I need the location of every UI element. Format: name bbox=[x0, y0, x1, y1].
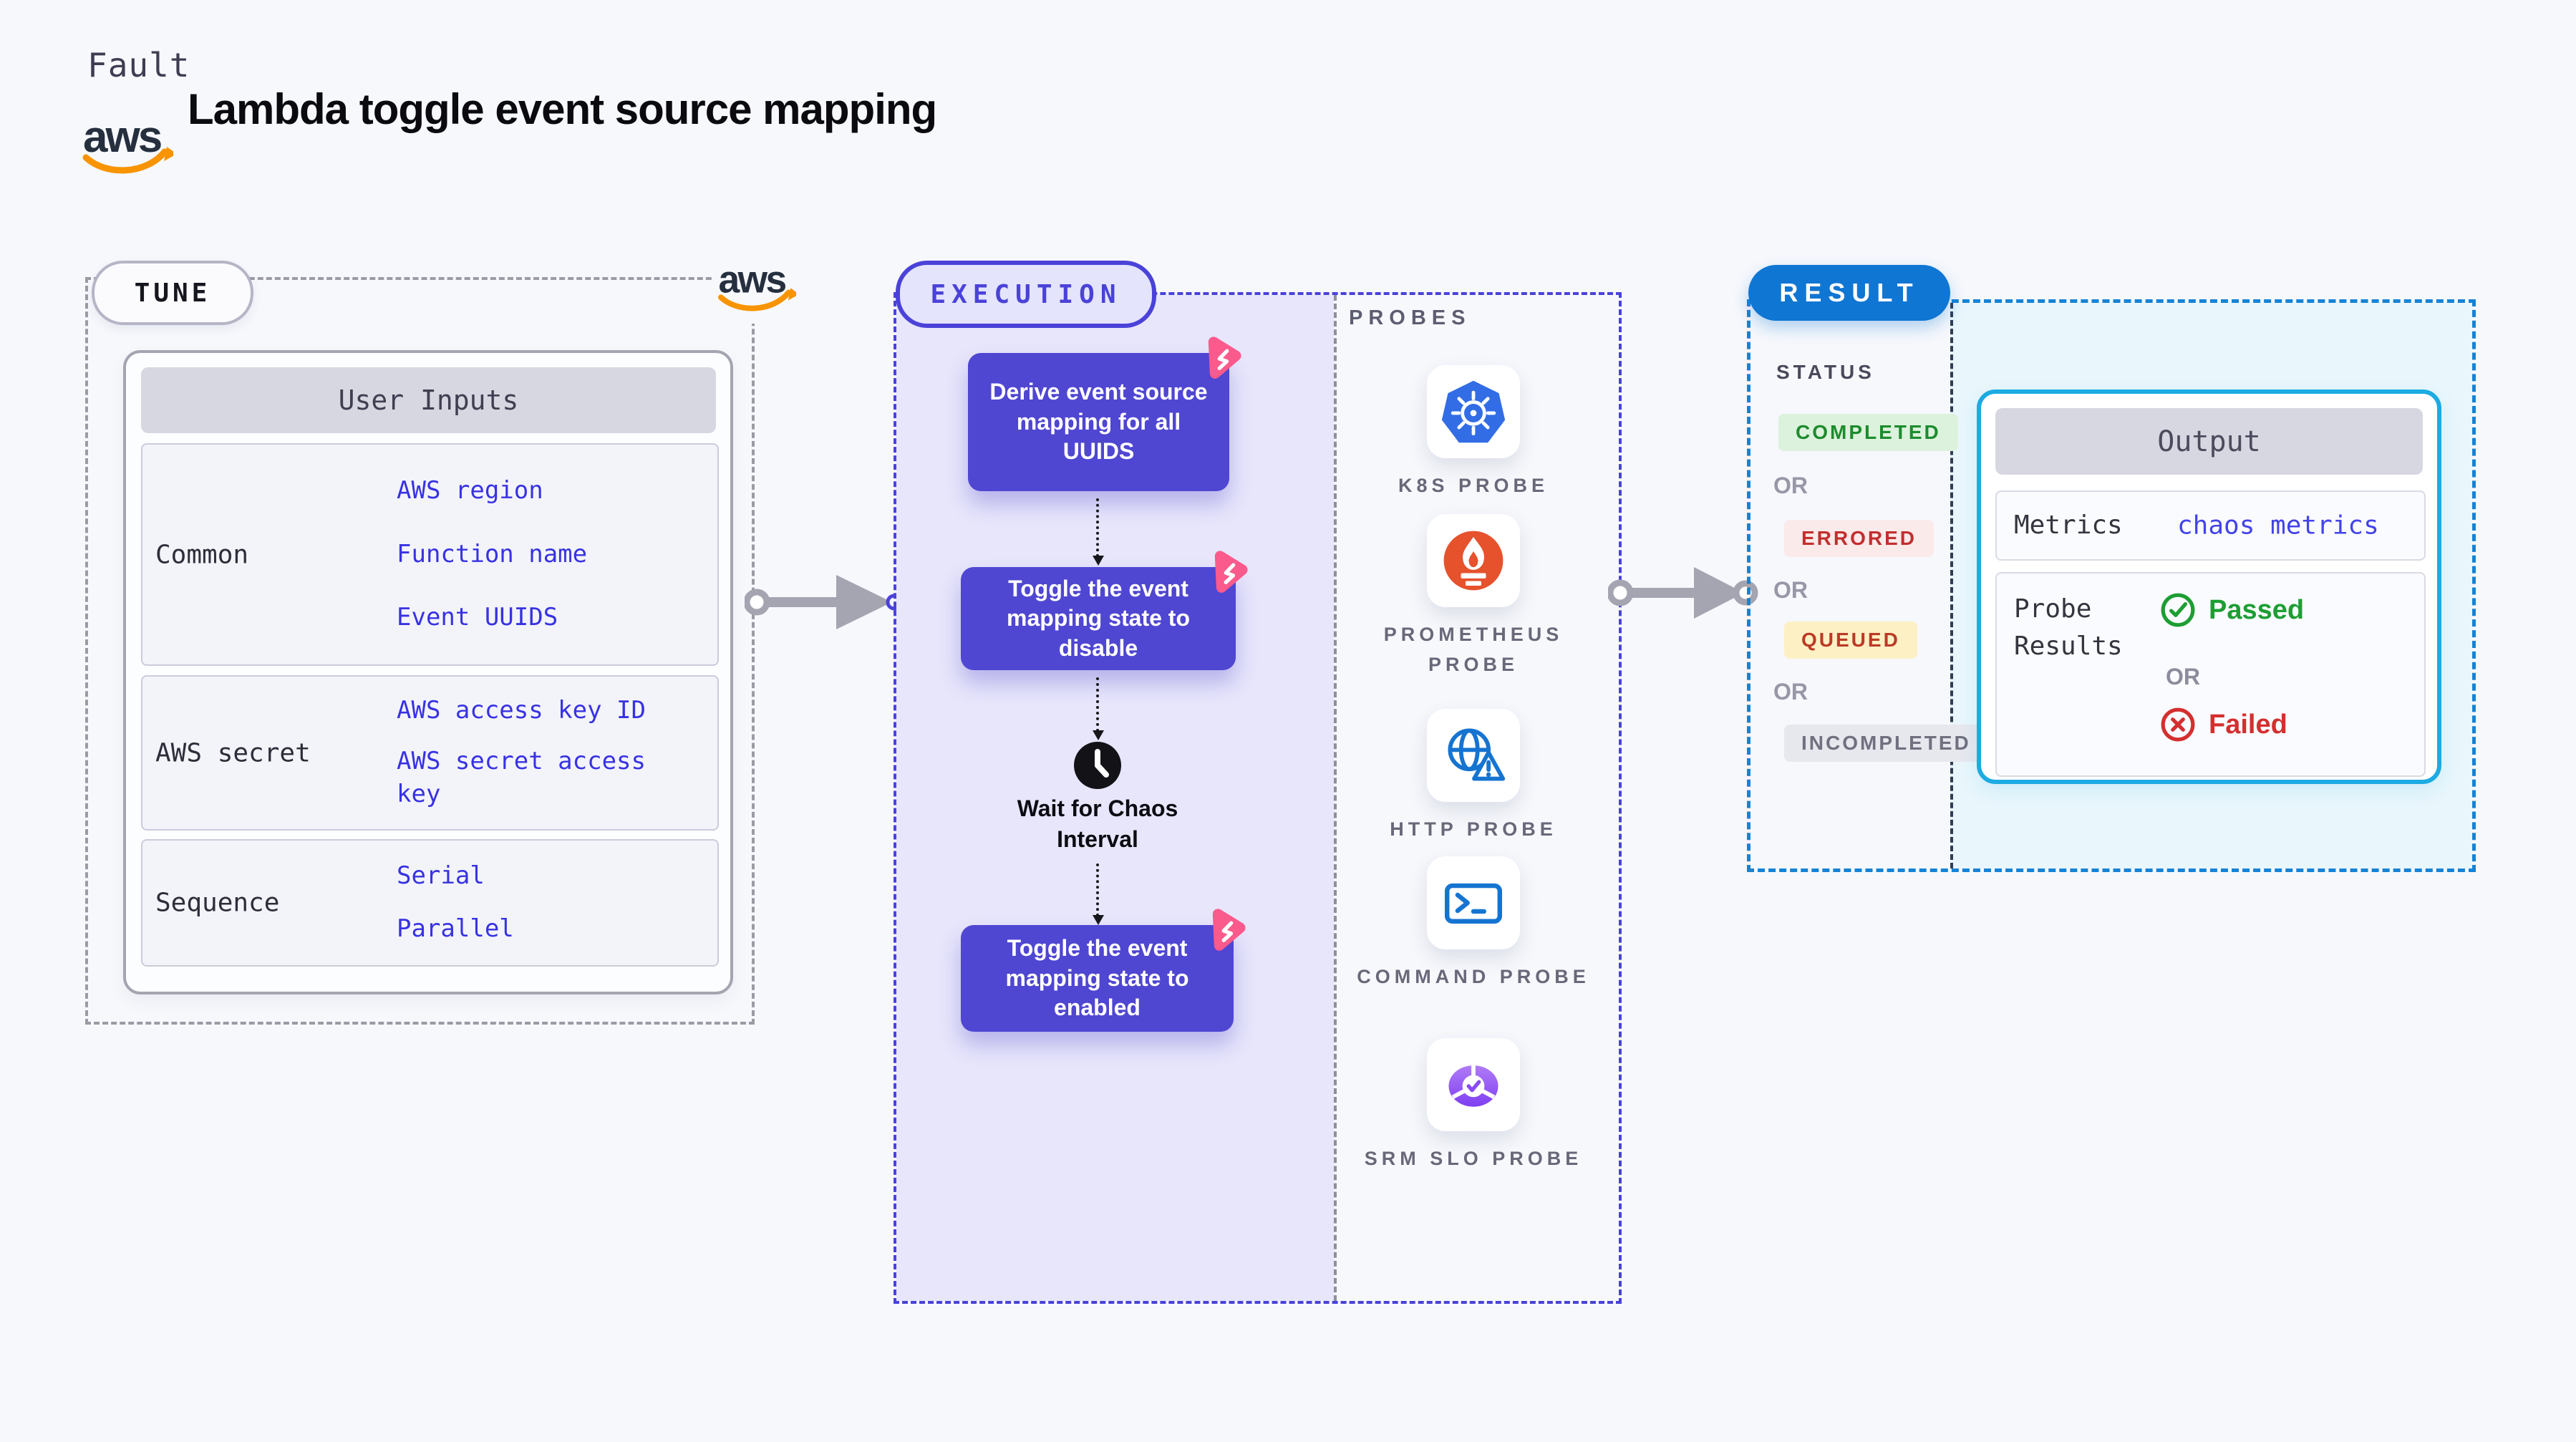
or-label: OR bbox=[1773, 679, 1808, 705]
probe-k8s[interactable]: K8S PROBE bbox=[1332, 365, 1614, 501]
status-badge-errored: ERRORED bbox=[1784, 520, 1935, 557]
metrics-row: Metrics chaos metrics bbox=[1995, 490, 2426, 561]
passed-check-icon bbox=[2161, 593, 2195, 627]
row-links: Serial Parallel bbox=[397, 841, 704, 965]
failed-label: Failed bbox=[2209, 709, 2287, 740]
link-parallel[interactable]: Parallel bbox=[397, 913, 514, 946]
row-label: AWS secret bbox=[155, 738, 311, 768]
link-aws-access-key-id[interactable]: AWS access key ID bbox=[397, 695, 646, 727]
arrow-right-icon bbox=[1607, 567, 1758, 619]
link-function-name[interactable]: Function name bbox=[397, 538, 587, 571]
probe-card bbox=[1427, 709, 1520, 802]
prometheus-icon bbox=[1443, 531, 1504, 591]
chaos-experiment-icon bbox=[1214, 551, 1248, 593]
tune-badge: TUNE bbox=[92, 261, 253, 325]
flow-arrow-1 bbox=[1093, 498, 1104, 566]
probe-label: PROMETHEUS PROBE bbox=[1383, 624, 1564, 675]
link-event-uuids[interactable]: Event UUIDS bbox=[397, 601, 558, 634]
step-derive-event-source-mapping[interactable]: Derive event source mapping for all UUID… bbox=[968, 337, 1241, 491]
step-toggle-enabled[interactable]: Toggle the event mapping state to enable… bbox=[961, 909, 1246, 1032]
row-links: AWS access key ID AWS secret access key bbox=[397, 677, 704, 829]
probe-label: SRM SLO PROBE bbox=[1364, 1148, 1583, 1169]
aws-logo-text: aws bbox=[83, 112, 161, 162]
status-badge-completed: COMPLETED bbox=[1778, 414, 1958, 451]
wait-for-chaos-interval-label: Wait for Chaos Interval bbox=[1017, 795, 1178, 853]
aws-logo-graphic-small: aws bbox=[718, 258, 796, 311]
result-badge: RESULT bbox=[1748, 265, 1950, 321]
metrics-label: Metrics bbox=[2014, 510, 2123, 540]
failed-x-icon bbox=[2161, 707, 2195, 742]
k8s-icon bbox=[1441, 380, 1506, 443]
page-title: Lambda toggle event source mapping bbox=[188, 85, 937, 133]
step-toggle-disable[interactable]: Toggle the event mapping state to disabl… bbox=[961, 551, 1248, 670]
table-row-common: Common AWS region Function name Event UU… bbox=[141, 443, 719, 666]
fault-type-label: Fault bbox=[87, 46, 190, 84]
status-badge-queued: QUEUED bbox=[1784, 621, 1917, 659]
http-icon bbox=[1448, 728, 1506, 781]
tune-aws-logo: aws bbox=[713, 246, 799, 324]
or-label: OR bbox=[2166, 664, 2200, 689]
probes-heading: PROBES bbox=[1349, 306, 1471, 329]
step-text: Toggle the event mapping state to disabl… bbox=[1006, 575, 1190, 661]
table-row-sequence: Sequence Serial Parallel bbox=[141, 839, 719, 967]
link-serial[interactable]: Serial bbox=[397, 860, 485, 893]
chaos-experiment-icon bbox=[1208, 337, 1241, 379]
probe-result-passed: Passed bbox=[2160, 592, 2304, 628]
command-icon bbox=[1444, 883, 1503, 924]
step-text: Derive event source mapping for all UUID… bbox=[989, 379, 1208, 465]
output-header: Output bbox=[1995, 408, 2423, 475]
execution-badge: EXECUTION bbox=[896, 261, 1156, 328]
probe-results-label: Probe Results bbox=[2014, 594, 2123, 662]
row-links: AWS region Function name Event UUIDS bbox=[397, 445, 704, 664]
step-text: Toggle the event mapping state to enable… bbox=[1005, 935, 1189, 1021]
result-divider bbox=[1950, 303, 1953, 868]
probe-card bbox=[1427, 856, 1520, 949]
probe-srm-slo[interactable]: SRM SLO PROBE bbox=[1332, 1038, 1614, 1174]
user-inputs-header: User Inputs bbox=[141, 367, 716, 433]
aws-logo: aws bbox=[80, 106, 177, 180]
probe-http[interactable]: HTTP PROBE bbox=[1332, 709, 1614, 845]
status-heading: STATUS bbox=[1776, 361, 1875, 383]
status-badge-incompleted: INCOMPLETED bbox=[1784, 725, 1988, 762]
row-label: Common bbox=[155, 540, 249, 569]
probes-to-result-arrow bbox=[1607, 557, 1758, 632]
chaos-experiment-icon bbox=[1212, 909, 1246, 951]
probe-card bbox=[1427, 1038, 1520, 1131]
probe-prometheus[interactable]: PROMETHEUS PROBE bbox=[1332, 514, 1614, 680]
tune-to-execution-arrow bbox=[743, 563, 903, 645]
probe-card bbox=[1427, 365, 1520, 458]
or-label: OR bbox=[1773, 577, 1808, 603]
table-row-aws-secret: AWS secret AWS access key ID AWS secret … bbox=[141, 675, 719, 831]
or-label: OR bbox=[1773, 473, 1808, 498]
probe-result-failed: Failed bbox=[2160, 707, 2287, 742]
probe-label: K8S PROBE bbox=[1398, 475, 1549, 496]
aws-logo-graphic: aws bbox=[82, 112, 177, 174]
link-aws-region[interactable]: AWS region bbox=[397, 475, 543, 508]
probe-results-row: Probe Results Passed OR Failed bbox=[1995, 572, 2426, 777]
output-card: Output Metrics chaos metrics Probe Resul… bbox=[1977, 389, 2441, 784]
user-inputs-table: User Inputs Common AWS region Function n… bbox=[123, 350, 733, 995]
link-aws-secret-access-key[interactable]: AWS secret access key bbox=[397, 745, 697, 811]
row-label: Sequence bbox=[155, 888, 280, 918]
wait-clock-icon bbox=[1073, 741, 1122, 790]
flow-arrow-3 bbox=[1093, 863, 1104, 925]
srm-slo-icon bbox=[1448, 1065, 1498, 1107]
chaos-metrics-link[interactable]: chaos metrics bbox=[2177, 511, 2379, 541]
passed-label: Passed bbox=[2209, 594, 2305, 625]
probe-label: COMMAND PROBE bbox=[1357, 966, 1590, 987]
arrow-right-icon bbox=[743, 575, 903, 629]
aws-logo-text-small: aws bbox=[718, 258, 785, 301]
flow-arrow-2 bbox=[1093, 677, 1104, 740]
probe-card bbox=[1427, 514, 1520, 607]
probe-label: HTTP PROBE bbox=[1390, 818, 1557, 840]
probe-command[interactable]: COMMAND PROBE bbox=[1332, 856, 1614, 992]
